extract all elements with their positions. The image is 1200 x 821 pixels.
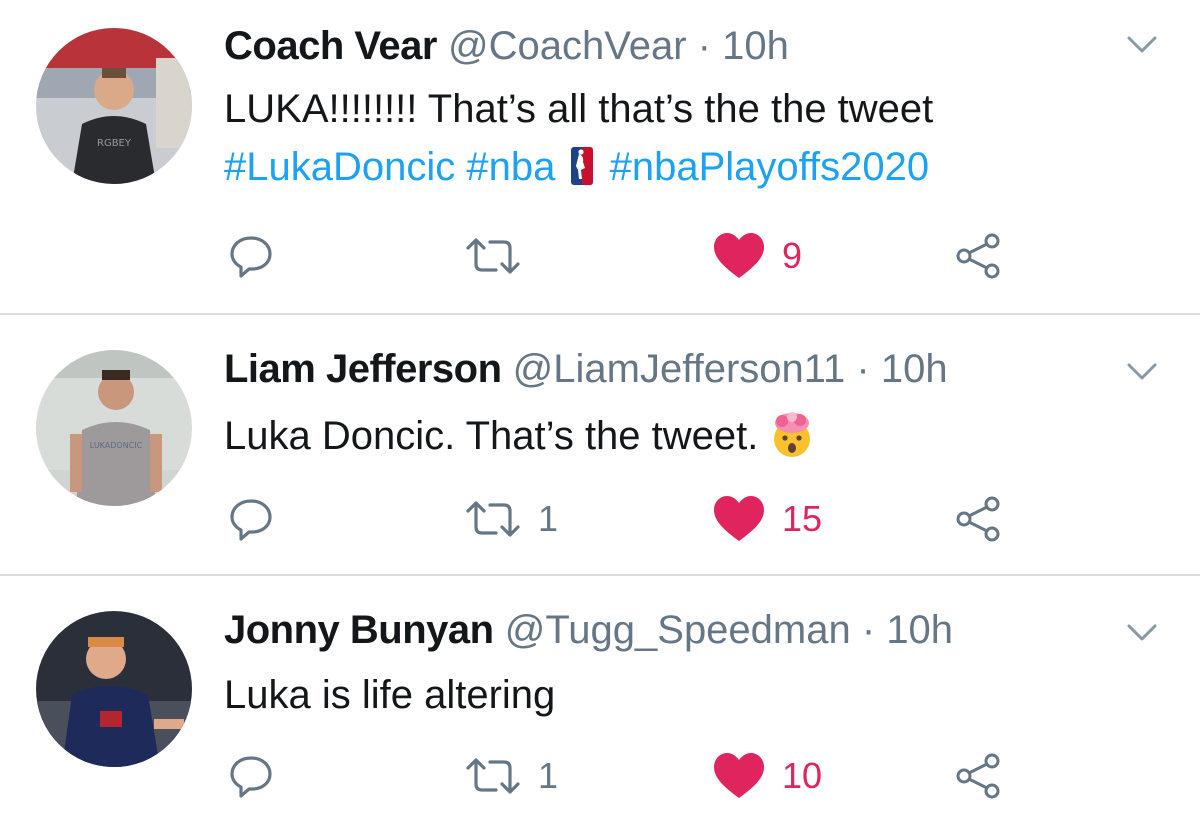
tweet-text-line: Luka is life altering [224,673,556,717]
reply-icon [230,236,272,278]
like-count: 9 [782,235,803,276]
heart-icon [714,496,764,541]
svg-text:LUKADONCIC: LUKADONCIC [90,441,143,450]
share-icon [956,753,1000,799]
retweet-count: 1 [538,755,559,796]
reply-button[interactable] [228,489,274,549]
retweet-icon [466,758,520,794]
display-name[interactable]: Jonny Bunyan [224,608,494,652]
svg-text:RGBEY: RGBEY [97,138,132,149]
retweet-button[interactable] [464,226,538,286]
exploding-head-icon [774,412,811,457]
avatar[interactable] [36,611,192,767]
tweet-header: Liam Jefferson @LiamJefferson11 · 10h [224,345,948,393]
tweet-item[interactable]: Jonny Bunyan @Tugg_Speedman · 10h Luka i… [0,576,1200,821]
tweet-actions: 9 [0,226,1200,286]
user-handle[interactable]: @CoachVear [448,24,687,68]
retweet-icon [466,238,520,274]
chevron-down-icon[interactable] [1126,361,1158,383]
share-button[interactable] [954,489,1002,549]
tweet-text: LUKA!!!!!!!! That’s all that’s the the t… [224,80,933,196]
tweet-text-line: LUKA!!!!!!!! That’s all that’s the the t… [224,87,934,131]
timestamp[interactable]: 10h [881,347,948,391]
chevron-down-icon[interactable] [1126,34,1158,56]
like-button[interactable]: 15 [712,489,822,549]
tweet-item[interactable]: LUKADONCIC Liam Jefferson @LiamJefferson… [0,315,1200,574]
retweet-button[interactable]: 1 [464,489,558,549]
hashtag-link[interactable]: #nbaPlayoffs2020 [610,145,930,189]
tweet-actions: 1 15 [0,489,1200,549]
timestamp[interactable]: 10h [886,608,953,652]
tweet-actions: 1 10 [0,746,1200,806]
retweet-button[interactable]: 1 [464,746,558,806]
tweet-header: Jonny Bunyan @Tugg_Speedman · 10h [224,606,953,654]
heart-icon [714,753,764,798]
avatar[interactable]: LUKADONCIC [36,350,192,506]
hashtag-line: #LukaDoncic #nba #nbaPlayoffs2020 [224,138,933,196]
tweet-item[interactable]: RGBEY Coach Vear @CoachVear · 10h LUKA!!… [0,0,1200,313]
chevron-down-icon[interactable] [1126,622,1158,644]
avatar[interactable]: RGBEY [36,28,192,184]
share-button[interactable] [954,226,1002,286]
tweet-header: Coach Vear @CoachVear · 10h [224,22,789,70]
reply-icon [230,756,272,798]
nba-logo-icon [571,147,594,185]
heart-icon [714,233,764,278]
share-button[interactable] [954,746,1002,806]
like-button[interactable]: 10 [712,746,822,806]
display-name[interactable]: Liam Jefferson [224,347,502,391]
hashtag-link[interactable]: #LukaDoncic [224,145,455,189]
retweet-icon [466,501,520,537]
tweet-text: Luka Doncic. That’s the tweet. [224,407,816,465]
reply-icon [230,499,272,541]
separator-dot: · [861,608,876,652]
retweet-count: 1 [538,498,559,539]
like-button[interactable]: 9 [712,226,802,286]
share-icon [956,496,1000,542]
reply-button[interactable] [228,746,274,806]
like-count: 15 [782,498,823,539]
tweet-text: Luka is life altering [224,666,555,724]
user-handle[interactable]: @Tugg_Speedman [505,608,851,652]
display-name[interactable]: Coach Vear [224,24,437,68]
like-count: 10 [782,755,823,796]
tweet-text-line: Luka Doncic. That’s the tweet. [224,414,759,458]
hashtag-link[interactable]: #nba [466,145,555,189]
share-icon [956,233,1000,279]
timestamp[interactable]: 10h [722,24,789,68]
user-handle[interactable]: @LiamJefferson11 [513,347,846,391]
separator-dot: · [697,24,711,68]
separator-dot: · [856,347,870,391]
reply-button[interactable] [228,226,274,286]
